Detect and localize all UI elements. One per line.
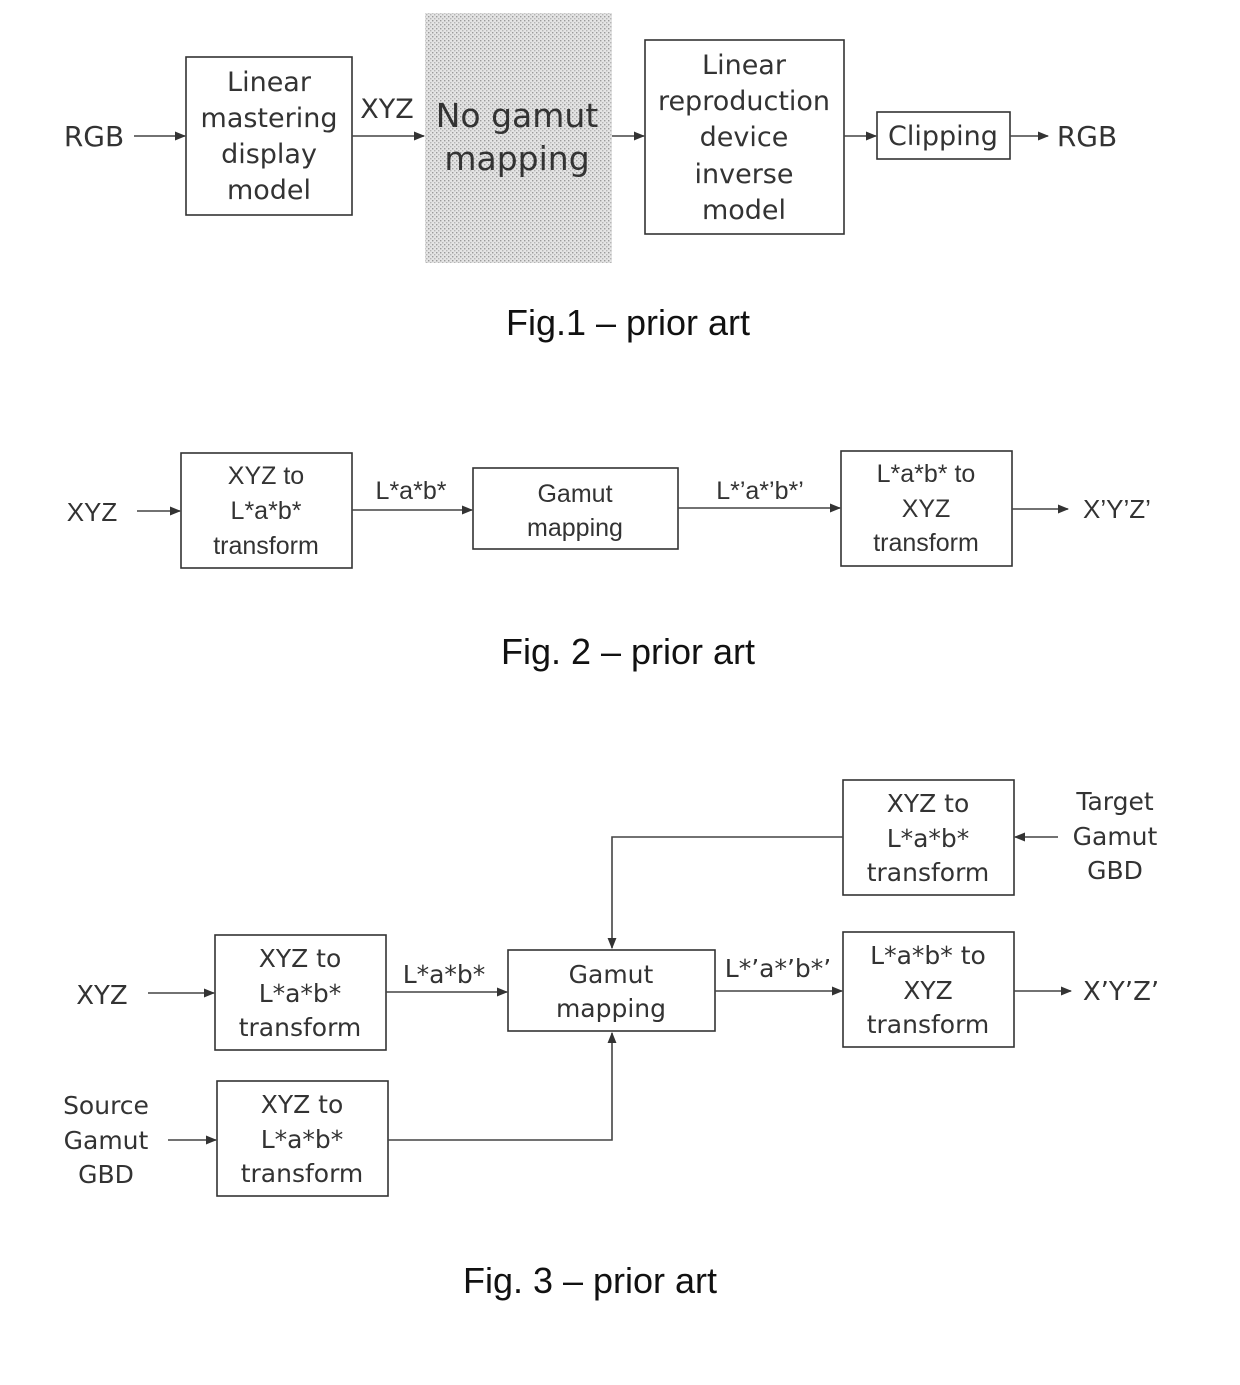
fig1-block1-line3: display <box>221 139 317 170</box>
fig1-output-label: RGB <box>1057 120 1117 153</box>
fig2-block1-line3: transform <box>213 532 319 560</box>
fig3-inverse-block-line2: XYZ <box>903 976 953 1005</box>
fig2-edge-label-lab-prime: L*’a*’b*’ <box>716 477 804 505</box>
fig3-edge-label-lab: L*a*b* <box>403 960 486 989</box>
fig3-target-block-line3: transform <box>867 858 990 887</box>
fig1-block3-line1: Linear <box>702 50 787 81</box>
fig3-target-block-line1: XYZ to <box>887 789 970 818</box>
fig3-inverse-block-line3: transform <box>867 1010 990 1039</box>
fig3-target-block-line2: L*a*b* <box>887 824 970 853</box>
fig1-block1-line2: mastering <box>201 103 338 134</box>
fig3-arrow-source-transform-to-gamut <box>388 1031 617 1141</box>
fig3-source-block-line3: transform <box>241 1159 364 1188</box>
patent-figures-sheet: RGB Linear mastering display model XYZ N… <box>63 13 1159 1301</box>
fig3-arrow-target-transform-to-gamut <box>607 836 843 950</box>
fig1-block3-line5: model <box>702 195 786 226</box>
fig3-main-block-line2: L*a*b* <box>259 979 342 1008</box>
fig1-block3-line2: reproduction <box>658 86 830 117</box>
fig1-input-label: RGB <box>64 120 124 153</box>
fig3-source-label-line3: GBD <box>78 1160 134 1189</box>
fig2-block3-line1: L*a*b* to <box>877 460 976 488</box>
fig2-block1-line1: XYZ to <box>228 462 304 490</box>
fig1-edge-label-xyz: XYZ <box>360 94 414 125</box>
fig1-block4-line1: Clipping <box>888 121 998 152</box>
fig3-inverse-block-line1: L*a*b* to <box>870 941 986 970</box>
fig2-edge-label-lab: L*a*b* <box>376 477 447 505</box>
fig3-gamut-block-line1: Gamut <box>569 960 654 989</box>
fig3-target-label-line1: Target <box>1075 787 1154 816</box>
fig2-block1-line2: L*a*b* <box>231 497 302 525</box>
figure-2: XYZ XYZ to L*a*b* transform L*a*b* Gamut… <box>67 450 1151 672</box>
fig3-source-label-line2: Gamut <box>64 1126 149 1155</box>
fig2-block2-line2: mapping <box>527 514 623 542</box>
fig3-target-label-line3: GBD <box>1087 856 1143 885</box>
fig3-source-block-line1: XYZ to <box>261 1090 344 1119</box>
fig1-caption: Fig.1 – prior art <box>506 302 750 343</box>
fig3-gamut-block-line2: mapping <box>556 994 666 1023</box>
fig3-target-label-line2: Gamut <box>1073 822 1158 851</box>
fig3-input-label: XYZ <box>76 981 128 1011</box>
fig1-block3-line4: inverse <box>695 159 794 190</box>
fig3-output-label: X’Y’Z’ <box>1083 977 1159 1007</box>
fig3-main-block-line1: XYZ to <box>259 944 342 973</box>
fig1-block1-line1: Linear <box>227 67 312 98</box>
fig2-block3-line3: transform <box>873 529 979 557</box>
fig2-block2-line1: Gamut <box>537 480 612 508</box>
figure-1: RGB Linear mastering display model XYZ N… <box>64 13 1117 343</box>
fig1-block1-line4: model <box>227 175 311 206</box>
fig2-block3-line2: XYZ <box>902 495 951 523</box>
figure-3: XYZ to L*a*b* transform Target Gamut GBD… <box>63 779 1159 1301</box>
fig1-block3-line3: device <box>700 122 789 153</box>
fig1-block2-line2: mapping <box>444 139 589 178</box>
fig2-caption: Fig. 2 – prior art <box>501 631 755 672</box>
block-no-gamut-mapping <box>425 13 612 263</box>
fig1-block2-line1: No gamut <box>436 96 599 135</box>
fig3-caption: Fig. 3 – prior art <box>463 1260 717 1301</box>
fig3-main-block-line3: transform <box>239 1013 362 1042</box>
fig3-source-label-line1: Source <box>63 1091 149 1120</box>
fig2-input-label: XYZ <box>67 497 118 527</box>
fig3-edge-label-lab-prime: L*’a*’b*’ <box>725 954 831 983</box>
fig3-source-block-line2: L*a*b* <box>261 1125 344 1154</box>
fig2-output-label: X’Y’Z’ <box>1083 494 1151 524</box>
